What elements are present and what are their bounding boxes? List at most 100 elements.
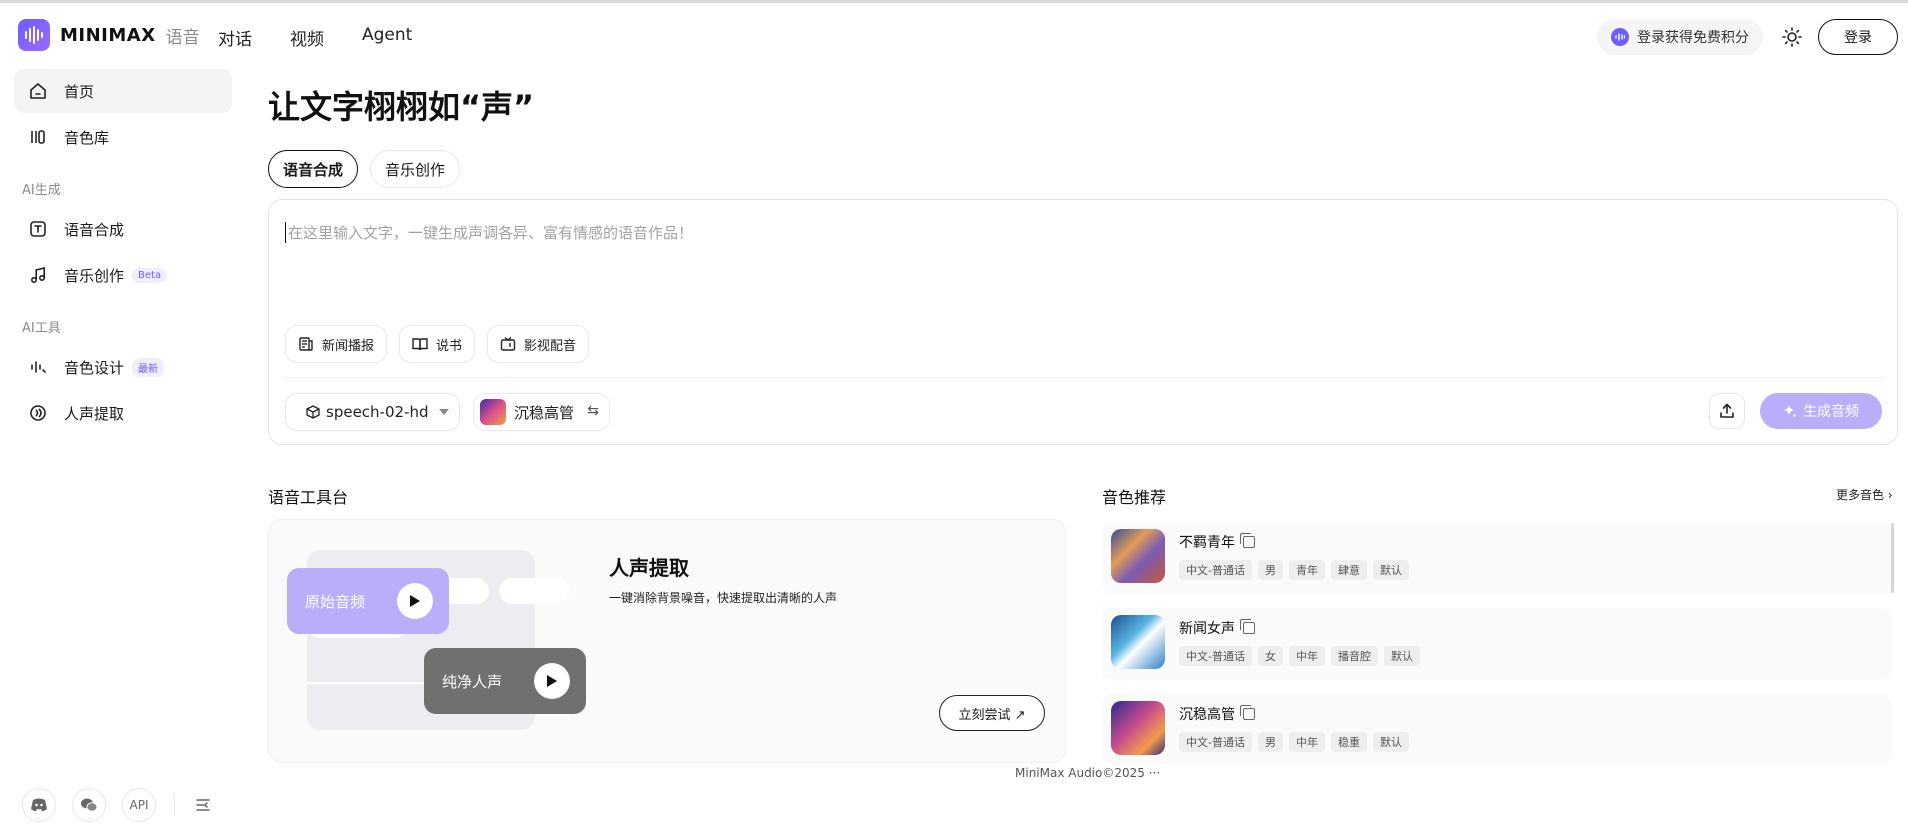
- swap-icon: ⇆: [587, 403, 599, 419]
- chip-label: 影视配音: [524, 338, 577, 354]
- sidebar-section-ai-generation: AI生成: [22, 183, 61, 198]
- tool-description: 一键消除背景噪音，快速提取出清晰的人声: [609, 591, 838, 605]
- book-icon: [412, 336, 428, 352]
- chip-dubbing[interactable]: 影视配音: [487, 325, 590, 363]
- copy-icon[interactable]: [1240, 705, 1255, 720]
- footer-copyright: MiniMax Audio©2025 ···: [1015, 766, 1161, 780]
- copy-icon[interactable]: [1240, 619, 1255, 634]
- tab-music[interactable]: 音乐创作: [370, 150, 461, 188]
- sparkle-icon: [1783, 404, 1797, 418]
- audio-wave-icon: [1611, 28, 1629, 46]
- original-audio-card: 原始音频: [287, 568, 449, 634]
- voice-list-scrollbar[interactable]: [1891, 523, 1894, 593]
- mode-tabs: 语音合成 音乐创作: [268, 150, 472, 188]
- upload-icon: [1720, 403, 1734, 418]
- top-header: MINIMAX 语音 对话 视频 Agent 登录获得免费积分 登录: [0, 3, 1908, 69]
- vocal-extract-icon: [28, 403, 48, 423]
- original-audio-label: 原始音频: [305, 592, 366, 611]
- sidebar-item-home[interactable]: 首页: [14, 69, 232, 113]
- sidebar-item-music[interactable]: 音乐创作 Beta: [14, 253, 232, 297]
- model-value: speech-02-hd: [326, 403, 429, 421]
- voice-value: 沉稳高管: [514, 403, 575, 422]
- text-to-speech-icon: [28, 219, 48, 239]
- voice-tag: 稳重: [1330, 732, 1367, 752]
- sidebar-item-label: 音色设计: [64, 358, 125, 377]
- brand-logo[interactable]: MINIMAX 语音: [18, 19, 200, 51]
- voice-tag: 肆意: [1330, 560, 1367, 580]
- play-icon[interactable]: [534, 663, 570, 699]
- music-icon: [28, 265, 48, 285]
- top-nav: 对话 视频 Agent: [218, 25, 450, 50]
- voice-tag: 中文-普通话: [1179, 732, 1252, 752]
- voice-tag: 男: [1257, 732, 1283, 752]
- voice-tag: 中年: [1288, 732, 1325, 752]
- sidebar: 首页 音色库 AI生成 语音合成 音乐创作 Beta AI工具 音色设计 最新 …: [0, 69, 240, 834]
- divider: [174, 794, 175, 816]
- wechat-icon[interactable]: [72, 788, 106, 822]
- chevron-down-icon: [439, 409, 449, 415]
- voices-title: 音色推荐: [1102, 488, 1167, 507]
- vocal-extract-card[interactable]: 原始音频 纯净人声 人声提取 一键消除背景噪音，快速提取出清晰的人声 立刻尝试 …: [268, 519, 1066, 763]
- chip-news[interactable]: 新闻播报: [285, 325, 388, 363]
- voice-tag: 中文-普通话: [1179, 560, 1252, 580]
- collapse-sidebar-icon[interactable]: [193, 795, 213, 815]
- voice-name-row: 新闻女声: [1179, 618, 1255, 638]
- voice-avatar: [1111, 529, 1165, 583]
- voice-avatar: [1111, 615, 1165, 669]
- sidebar-item-tts[interactable]: 语音合成: [14, 207, 232, 251]
- generate-audio-button[interactable]: 生成音频: [1760, 393, 1882, 429]
- login-button[interactable]: 登录: [1818, 19, 1898, 55]
- tab-tts[interactable]: 语音合成: [268, 150, 359, 188]
- voice-list-item[interactable]: 沉稳高管 中文-普通话 男 中年 稳重 默认: [1102, 694, 1892, 764]
- voice-name: 沉稳高管: [1179, 707, 1235, 723]
- more-voices-link[interactable]: 更多音色 ›: [1836, 486, 1893, 503]
- voice-tag: 默认: [1372, 732, 1409, 752]
- upload-button[interactable]: [1709, 393, 1745, 429]
- try-now-button[interactable]: 立刻尝试 ↗: [939, 695, 1045, 731]
- sidebar-section-ai-tools: AI工具: [22, 321, 61, 336]
- chip-label: 新闻播报: [322, 338, 375, 354]
- sun-icon[interactable]: [1780, 25, 1804, 49]
- chip-storytelling[interactable]: 说书: [399, 325, 476, 363]
- library-icon: [28, 127, 48, 147]
- nav-video[interactable]: 视频: [290, 25, 324, 50]
- waveform-logo-icon: [18, 19, 50, 51]
- sidebar-footer: API: [22, 788, 213, 822]
- sidebar-item-vocal-extract[interactable]: 人声提取: [14, 391, 232, 435]
- divider: [285, 377, 1883, 378]
- tool-name: 人声提取: [609, 556, 689, 580]
- discord-icon[interactable]: [22, 788, 56, 822]
- toolbox-title: 语音工具台: [268, 488, 349, 507]
- api-button[interactable]: API: [122, 788, 156, 822]
- voice-name: 不羁青年: [1179, 535, 1235, 551]
- sidebar-item-label: 音色库: [64, 128, 110, 147]
- voice-tags: 中文-普通话 男 青年 肆意 默认: [1179, 560, 1415, 580]
- voice-tags: 中文-普通话 女 中年 播音腔 默认: [1179, 646, 1426, 666]
- voice-tag: 中文-普通话: [1179, 646, 1252, 666]
- nav-chat[interactable]: 对话: [218, 25, 252, 50]
- beta-badge: Beta: [132, 267, 168, 283]
- voice-list-item[interactable]: 新闻女声 中文-普通话 女 中年 播音腔 默认: [1102, 608, 1892, 680]
- newspaper-icon: [298, 336, 314, 352]
- voice-avatar: [480, 399, 506, 425]
- voice-tag: 女: [1257, 646, 1283, 666]
- voice-name-row: 不羁青年: [1179, 532, 1255, 552]
- copy-icon[interactable]: [1240, 533, 1255, 548]
- nav-agent[interactable]: Agent: [362, 25, 412, 50]
- text-editor-panel: 在这里输入文字，一键生成声调各异、富有情感的语音作品！ 新闻播报 说书 影视配音…: [268, 199, 1898, 445]
- free-credits-button[interactable]: 登录获得免费积分: [1597, 19, 1763, 55]
- voice-tag: 男: [1257, 560, 1283, 580]
- voice-select[interactable]: 沉稳高管 ⇆: [473, 393, 610, 431]
- model-select[interactable]: speech-02-hd: [285, 393, 460, 431]
- sidebar-item-library[interactable]: 音色库: [14, 115, 232, 159]
- text-input[interactable]: 在这里输入文字，一键生成声调各异、富有情感的语音作品！: [285, 222, 693, 243]
- sidebar-item-label: 首页: [64, 82, 95, 101]
- sidebar-item-voice-design[interactable]: 音色设计 最新: [14, 345, 232, 389]
- play-icon[interactable]: [397, 583, 433, 619]
- cube-icon: [306, 405, 320, 419]
- clean-vocal-card: 纯净人声: [424, 648, 586, 714]
- voice-avatar: [1111, 701, 1165, 755]
- page-title: 让文字栩栩如“声”: [268, 88, 535, 126]
- sidebar-item-label: 音乐创作: [64, 266, 125, 285]
- voice-list-item[interactable]: 不羁青年 中文-普通话 男 青年 肆意 默认: [1102, 522, 1892, 594]
